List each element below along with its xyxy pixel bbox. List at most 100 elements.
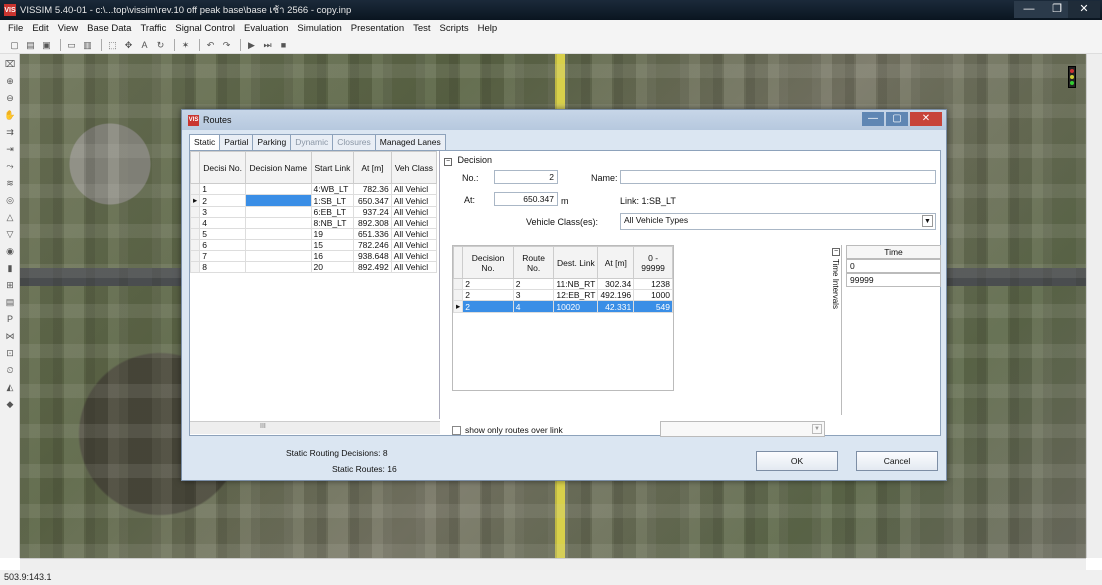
tab-dynamic[interactable]: Dynamic <box>290 134 334 150</box>
time-column-header[interactable]: Time <box>846 245 941 259</box>
cell-decision-name[interactable] <box>245 261 312 273</box>
cell-at[interactable]: 42.331 <box>597 300 635 313</box>
menu-signal-control[interactable]: Signal Control <box>175 23 235 34</box>
table-row[interactable]: 5 19 651.336 All Vehicl <box>189 228 438 240</box>
map-vertical-scrollbar[interactable] <box>1086 54 1102 558</box>
menu-help[interactable]: Help <box>478 23 498 34</box>
cell-flow[interactable]: 1000 <box>633 289 673 301</box>
tab-managed-lanes[interactable]: Managed Lanes <box>374 134 446 150</box>
table-row-selected[interactable]: ▸ 2 4 10020 42.331 549 <box>452 300 673 313</box>
link-filter-select[interactable]: ▼ <box>660 421 825 437</box>
routes-dialog-titlebar[interactable]: VIS Routes <box>182 110 946 130</box>
pt-stops-icon[interactable]: ⊞ <box>3 279 17 291</box>
zoom-in-icon[interactable]: ⊕ <box>3 75 17 87</box>
tab-parking[interactable]: Parking <box>252 134 292 150</box>
row-selector[interactable] <box>189 228 201 240</box>
cell-at[interactable]: 492.196 <box>597 289 635 301</box>
undo-icon[interactable]: ↶ <box>204 39 217 51</box>
table-row[interactable]: 8 20 892.492 All Vehicl <box>189 261 438 273</box>
tab-closures[interactable]: Closures <box>332 134 376 150</box>
cell-decision-no[interactable]: 8 <box>199 261 247 273</box>
column-header-time-interval[interactable]: 0 - 99999 <box>633 246 673 279</box>
close-button[interactable]: ✕ <box>1068 1 1100 18</box>
scrollbar-thumb[interactable]: III <box>260 423 266 430</box>
table-row[interactable]: 6 15 782.246 All Vehicl <box>189 239 438 251</box>
cell-dest-link[interactable]: 10020 <box>553 300 599 313</box>
menu-traffic[interactable]: Traffic <box>140 23 166 34</box>
cell-decision-no[interactable]: 2 <box>462 300 514 313</box>
cell-decision-no[interactable]: 1 <box>199 183 247 195</box>
menu-presentation[interactable]: Presentation <box>351 23 404 34</box>
cell-decision-no[interactable]: 2 <box>199 194 247 207</box>
cell-decision-no[interactable]: 6 <box>199 239 247 251</box>
cell-decision-no[interactable]: 5 <box>199 228 247 240</box>
column-header-route-no[interactable]: Route No. <box>512 246 555 279</box>
dialog-maximize-button[interactable]: ▢ <box>886 112 908 126</box>
open-file-icon[interactable]: ▤ <box>24 39 37 51</box>
cell-at[interactable]: 892.308 <box>353 217 392 229</box>
select-icon[interactable]: ⬚ <box>106 39 119 51</box>
time-interval-cell[interactable]: 0 <box>846 259 941 273</box>
zoom-box-icon[interactable]: ⌧ <box>3 58 17 70</box>
cell-at[interactable]: 937.24 <box>353 206 392 218</box>
chevron-down-icon[interactable]: ▼ <box>812 424 822 434</box>
cell-veh-class[interactable]: All Vehicl <box>390 183 438 195</box>
cell-flow[interactable]: 1238 <box>633 278 673 290</box>
column-header-dest-link[interactable]: Dest. Link <box>553 246 599 279</box>
parking-icon[interactable]: P <box>3 313 17 325</box>
cell-flow[interactable]: 549 <box>633 300 673 313</box>
collapse-icon[interactable]: − <box>444 158 452 166</box>
cell-decision-name[interactable] <box>245 217 312 229</box>
cell-start-link[interactable]: 19 <box>310 228 355 240</box>
cell-start-link[interactable]: 1:SB_LT <box>310 194 355 207</box>
speed-icon[interactable]: ≋ <box>3 177 17 189</box>
menu-view[interactable]: View <box>58 23 78 34</box>
travel-time-icon[interactable]: ⏲ <box>3 364 17 376</box>
table-row[interactable]: 2 2 11:NB_RT 302.34 1238 <box>452 278 673 290</box>
column-header-decision-no[interactable]: Decision No. <box>462 246 514 279</box>
cell-decision-no[interactable]: 7 <box>199 250 247 262</box>
column-header-at[interactable]: At [m] <box>353 151 392 184</box>
current-row-indicator[interactable]: ▸ <box>189 194 201 207</box>
column-header-decision-no[interactable]: Decisi No. <box>199 151 247 184</box>
play-icon[interactable]: ▶ <box>245 39 258 51</box>
column-header-start-link[interactable]: Start Link <box>310 151 355 184</box>
cell-at[interactable]: 650.347 <box>353 194 392 207</box>
table-row[interactable]: 1 4:WB_LT 782.36 All Vehicl <box>189 183 438 195</box>
decision-no-field[interactable]: 2 <box>494 170 558 184</box>
cell-route-no[interactable]: 2 <box>512 278 555 290</box>
save-icon[interactable]: ▣ <box>40 39 53 51</box>
menu-test[interactable]: Test <box>413 23 430 34</box>
cell-start-link[interactable]: 6:EB_LT <box>310 206 355 218</box>
vehicle-class-select[interactable]: All Vehicle Types ▼ <box>620 213 936 230</box>
pt-lines-icon[interactable]: ▤ <box>3 296 17 308</box>
cell-start-link[interactable]: 15 <box>310 239 355 251</box>
cell-decision-no[interactable]: 2 <box>462 278 514 290</box>
cell-veh-class[interactable]: All Vehicl <box>390 217 438 229</box>
table-row[interactable]: 7 16 938.648 All Vehicl <box>189 250 438 262</box>
map-horizontal-scrollbar[interactable] <box>20 558 1086 570</box>
print-icon[interactable]: ▥ <box>81 39 94 51</box>
cell-start-link[interactable]: 20 <box>310 261 355 273</box>
cell-decision-name[interactable] <box>245 228 312 240</box>
cell-decision-name[interactable] <box>245 239 312 251</box>
row-selector[interactable] <box>189 183 201 195</box>
row-selector[interactable] <box>189 206 201 218</box>
step-icon[interactable]: ⏭ <box>261 39 274 51</box>
cell-decision-no[interactable]: 3 <box>199 206 247 218</box>
nodes-icon[interactable]: ⋈ <box>3 330 17 342</box>
menu-file[interactable]: File <box>8 23 23 34</box>
cell-decision-name[interactable] <box>245 206 312 218</box>
cell-start-link[interactable]: 4:WB_LT <box>310 183 355 195</box>
cell-at[interactable]: 938.648 <box>353 250 392 262</box>
print-preview-icon[interactable]: ▭ <box>65 39 78 51</box>
cell-decision-name[interactable] <box>245 183 312 195</box>
cell-route-no[interactable]: 4 <box>512 300 555 313</box>
decisions-horizontal-scrollbar[interactable]: III <box>190 421 440 434</box>
cell-decision-no[interactable]: 4 <box>199 217 247 229</box>
vehicle-inputs-icon[interactable]: ⇥ <box>3 143 17 155</box>
cell-decision-name[interactable] <box>245 194 312 207</box>
signal-heads-icon[interactable]: ◉ <box>3 245 17 257</box>
reduced-speed-icon[interactable]: ◎ <box>3 194 17 206</box>
menu-simulation[interactable]: Simulation <box>297 23 341 34</box>
